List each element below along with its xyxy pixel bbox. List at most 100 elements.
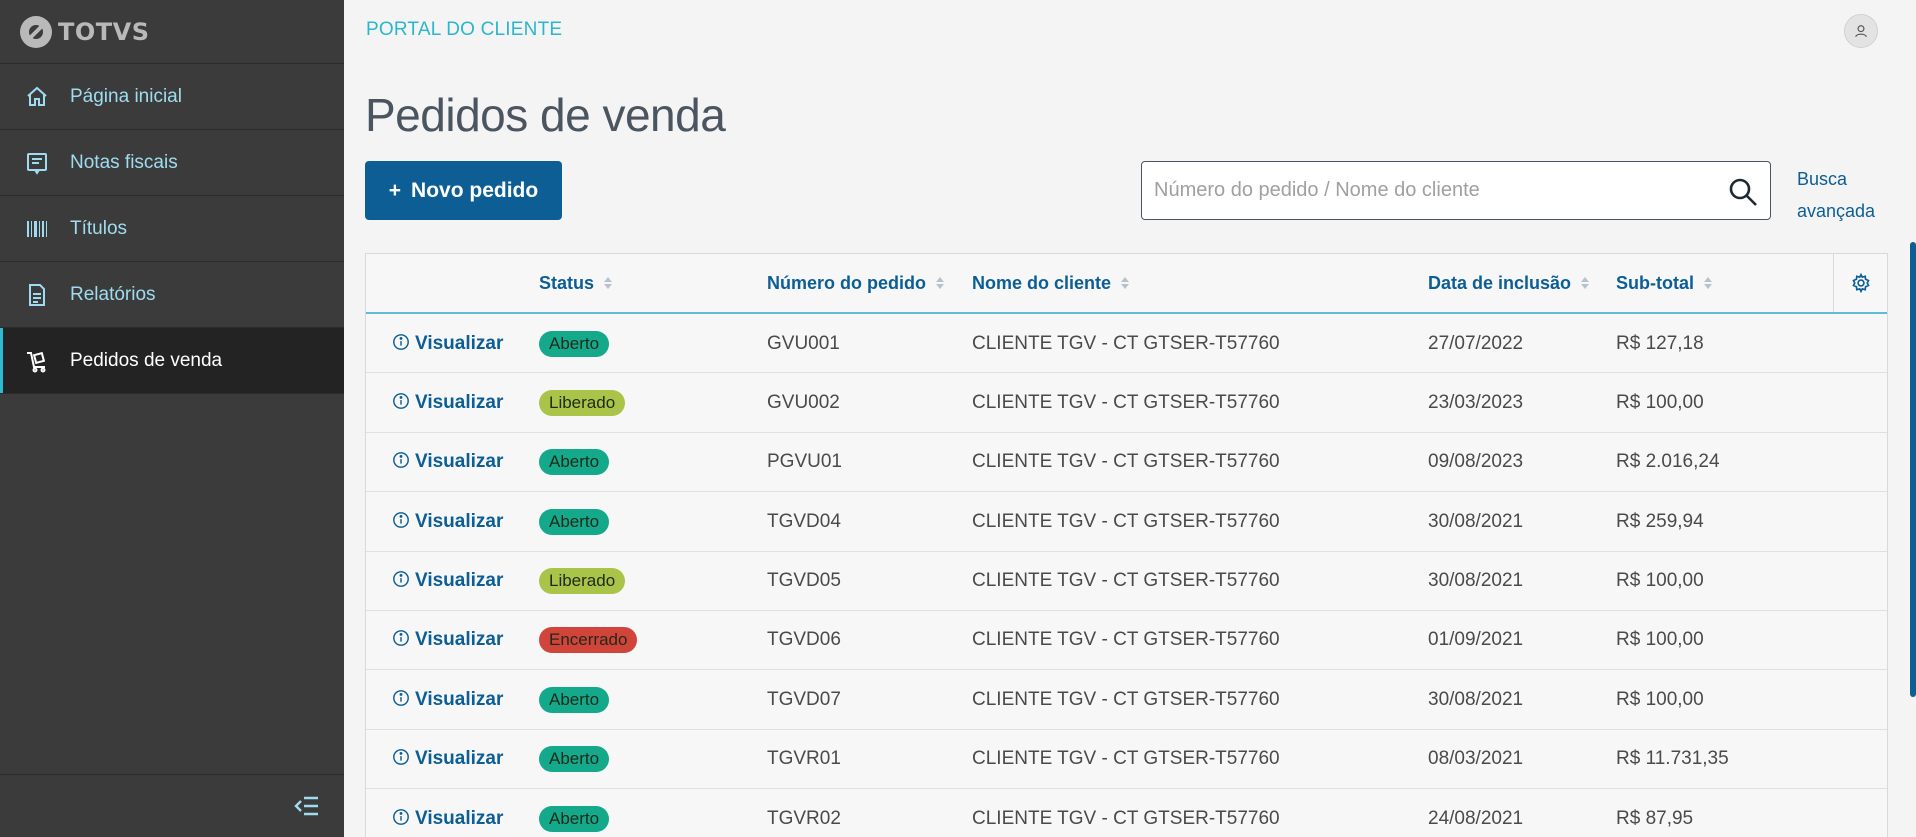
info-icon (393, 749, 409, 766)
subtotal: R$ 87,95 (1616, 807, 1694, 829)
user-icon (1855, 25, 1867, 38)
order-number: TGVD06 (767, 629, 841, 651)
order-number: PGVU01 (767, 451, 842, 473)
status-badge: Aberto (539, 670, 610, 729)
inclusion-date: 09/08/2023 (1428, 451, 1524, 473)
inclusion-date: 08/03/2021 (1428, 748, 1524, 770)
status-badge: Aberto (539, 433, 610, 492)
status-badge: Aberto (539, 314, 610, 373)
cart-icon (24, 348, 50, 374)
sort-icon (604, 277, 613, 289)
view-button[interactable]: Visualizar (392, 670, 503, 729)
client-name: CLIENTE TGV - CT GTSER-T57760 (972, 629, 1280, 651)
sidebar-menu: Página inicial Notas fiscais Títulos Rel… (0, 64, 344, 394)
orders-table: Status Número do pedido Nome do cliente … (365, 253, 1888, 837)
portal-title: PORTAL DO CLIENTE (366, 19, 563, 40)
subtotal: R$ 127,18 (1616, 332, 1704, 354)
search-input[interactable] (1142, 179, 1702, 202)
sidebar-item-pedidos-de-venda[interactable]: Pedidos de venda (0, 328, 344, 394)
column-header-cliente[interactable]: Nome do cliente (972, 254, 1130, 312)
view-label: Visualizar (415, 688, 504, 710)
barcode-icon (24, 216, 50, 242)
plus-icon: + (388, 178, 402, 202)
scrollbar[interactable] (1910, 242, 1916, 697)
sidebar-item-label: Títulos (70, 217, 128, 239)
table-settings-button[interactable] (1833, 254, 1887, 312)
view-button[interactable]: Visualizar (392, 433, 503, 492)
brand-name: TOTVS (58, 17, 150, 46)
table-row: Visualizar Aberto TGVD04 CLIENTE TGV - C… (366, 492, 1887, 552)
subtotal: R$ 100,00 (1616, 688, 1704, 710)
user-avatar[interactable] (1844, 14, 1878, 48)
order-number: TGVR01 (767, 748, 841, 770)
sidebar: TOTVS Página inicial Notas fiscais Títul… (0, 0, 344, 837)
sidebar-item-label: Notas fiscais (70, 151, 178, 173)
sidebar-item-label: Relatórios (70, 283, 156, 305)
client-name: CLIENTE TGV - CT GTSER-T57760 (972, 451, 1280, 473)
order-number: TGVD05 (767, 570, 841, 592)
view-label: Visualizar (415, 391, 504, 413)
client-name: CLIENTE TGV - CT GTSER-T57760 (972, 332, 1280, 354)
sort-icon (936, 277, 944, 289)
view-button[interactable]: Visualizar (392, 789, 503, 837)
sidebar-item-relatorios[interactable]: Relatórios (0, 262, 344, 328)
table-row: Visualizar Aberto TGVR02 CLIENTE TGV - C… (366, 789, 1887, 837)
main-content: PORTAL DO CLIENTE Pedidos de venda + Nov… (344, 0, 1916, 837)
column-header-status[interactable]: Status (539, 254, 613, 312)
view-button[interactable]: Visualizar (392, 492, 503, 551)
sidebar-item-titulos[interactable]: Títulos (0, 196, 344, 262)
new-order-label: Novo pedido (411, 178, 539, 202)
order-number: TGVD07 (767, 688, 841, 710)
view-button[interactable]: Visualizar (392, 611, 503, 670)
table-body: Visualizar Aberto GVU001 CLIENTE TGV - C… (366, 314, 1887, 837)
order-number: TGVD04 (767, 510, 841, 532)
invoice-icon (24, 150, 50, 176)
table-row: Visualizar Liberado GVU002 CLIENTE TGV -… (366, 373, 1887, 433)
view-label: Visualizar (415, 570, 504, 592)
table-row: Visualizar Encerrado TGVD06 CLIENTE TGV … (366, 611, 1887, 671)
subtotal: R$ 259,94 (1616, 510, 1704, 532)
search-box (1141, 161, 1771, 220)
inclusion-date: 27/07/2022 (1428, 332, 1524, 354)
subtotal: R$ 100,00 (1616, 570, 1704, 592)
client-name: CLIENTE TGV - CT GTSER-T57760 (972, 688, 1280, 710)
client-name: CLIENTE TGV - CT GTSER-T57760 (972, 807, 1280, 829)
subtotal: R$ 100,00 (1616, 629, 1704, 651)
column-header-subtotal[interactable]: Sub-total (1616, 254, 1712, 312)
view-button[interactable]: Visualizar (392, 552, 503, 611)
order-number: GVU002 (767, 391, 840, 413)
info-icon (393, 333, 409, 350)
view-button[interactable]: Visualizar (392, 730, 503, 789)
info-icon (393, 452, 409, 469)
status-badge: Aberto (539, 789, 610, 837)
table-row: Visualizar Aberto TGVD07 CLIENTE TGV - C… (366, 670, 1887, 730)
client-name: CLIENTE TGV - CT GTSER-T57760 (972, 510, 1280, 532)
status-badge: Aberto (539, 492, 610, 551)
sidebar-item-pagina-inicial[interactable]: Página inicial (0, 64, 344, 130)
view-button[interactable]: Visualizar (392, 373, 503, 432)
new-order-button[interactable]: + Novo pedido (365, 161, 562, 220)
collapse-menu-icon[interactable] (294, 795, 320, 817)
view-label: Visualizar (415, 332, 504, 354)
info-icon (393, 511, 409, 528)
column-header-numero[interactable]: Número do pedido (767, 254, 944, 312)
view-label: Visualizar (415, 748, 504, 770)
status-badge: Aberto (539, 730, 610, 789)
view-button[interactable]: Visualizar (392, 314, 503, 373)
client-name: CLIENTE TGV - CT GTSER-T57760 (972, 570, 1280, 592)
info-icon (393, 808, 409, 825)
sort-icon (1121, 277, 1130, 289)
client-name: CLIENTE TGV - CT GTSER-T57760 (972, 748, 1280, 770)
sidebar-item-label: Página inicial (70, 85, 182, 107)
view-label: Visualizar (415, 451, 504, 473)
home-icon (24, 84, 50, 110)
info-icon (393, 630, 409, 647)
page-title: Pedidos de venda (365, 89, 726, 141)
table-header: Status Número do pedido Nome do cliente … (366, 254, 1887, 314)
subtotal: R$ 100,00 (1616, 391, 1704, 413)
column-header-data[interactable]: Data de inclusão (1428, 254, 1590, 312)
advanced-search-link[interactable]: Busca avançada (1797, 163, 1875, 227)
report-icon (24, 282, 50, 308)
sidebar-item-notas-fiscais[interactable]: Notas fiscais (0, 130, 344, 196)
search-icon[interactable] (1728, 177, 1758, 207)
